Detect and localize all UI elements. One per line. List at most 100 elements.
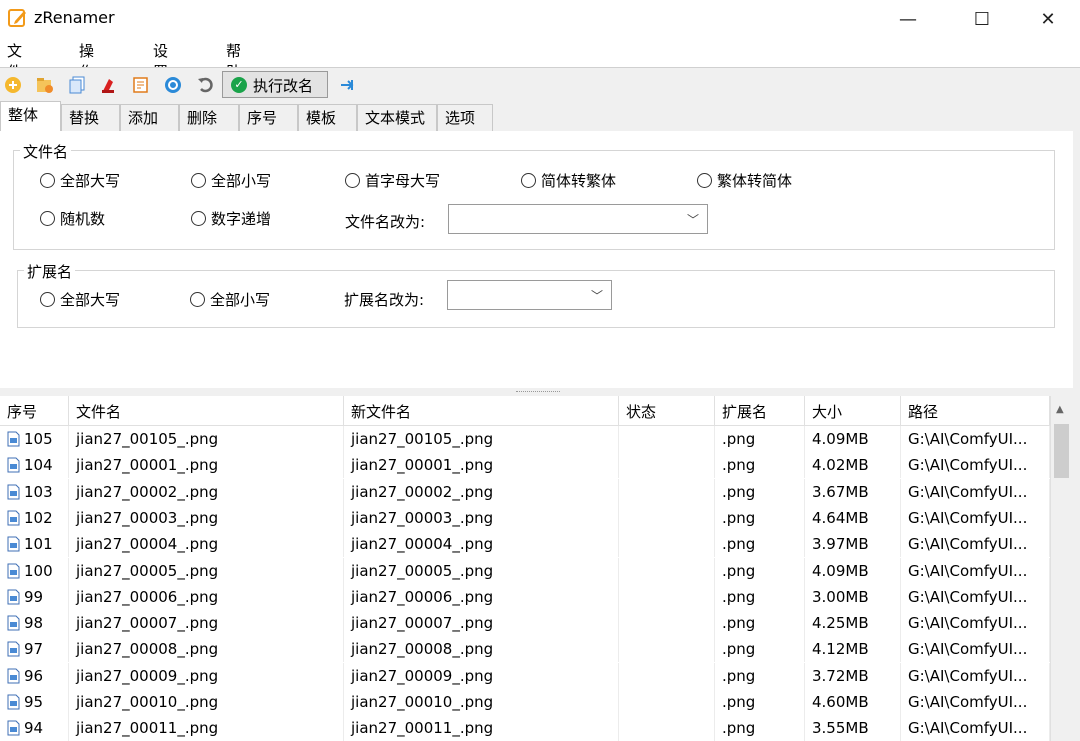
table-row[interactable]: 94 jian27_00011_.png jian27_00011_.png .png…: [0, 715, 1050, 741]
table-row[interactable]: 97 jian27_00008_.png jian27_00008_.png .png…: [0, 636, 1050, 663]
radio-ext-uppercase[interactable]: 全部大写: [40, 289, 120, 310]
table-row[interactable]: 95 jian27_00010_.png jian27_00010_.png .png…: [0, 689, 1050, 715]
table-row[interactable]: 105 jian27_00105_.png jian27_00105_.png .pn…: [0, 426, 1050, 452]
row-index: 95: [0, 689, 69, 715]
tab-delete[interactable]: 删除: [179, 104, 239, 131]
radio-random-number[interactable]: 随机数: [40, 208, 105, 229]
row-new-filename: jian27_00011_.png: [344, 715, 619, 741]
table-row[interactable]: 103 jian27_00002_.png jian27_00002_.png .pn…: [0, 478, 1050, 505]
scrollbar-thumb[interactable]: [1054, 424, 1069, 478]
row-extension-text: .png: [722, 456, 756, 475]
row-index: 103: [0, 478, 69, 505]
table-row[interactable]: 102 jian27_00003_.png jian27_00003_.png .pn…: [0, 504, 1050, 531]
tab-whole[interactable]: 整体: [0, 101, 61, 132]
radio-filename-uppercase[interactable]: 全部大写: [40, 170, 120, 191]
row-new-filename-text: jian27_00011_.png: [351, 719, 494, 738]
clear-list-icon[interactable]: [100, 76, 118, 94]
row-path: G:\AI\ComfyUI...: [901, 504, 1050, 531]
radio-traditional-to-simplified[interactable]: 繁体转简体: [697, 170, 792, 191]
radio-label: 数字递增: [211, 210, 272, 228]
tab-serial[interactable]: 序号: [239, 104, 298, 131]
tab-template[interactable]: 模板: [298, 104, 357, 131]
column-header-filename[interactable]: 文件名: [69, 396, 344, 426]
table-row[interactable]: 101 jian27_00004_.png jian27_00004_.png .pn…: [0, 531, 1050, 558]
row-filename-text: jian27_00007_.png: [76, 614, 219, 633]
column-header-path[interactable]: 路径: [901, 396, 1050, 426]
row-new-filename-text: jian27_00005_.png: [351, 561, 494, 580]
undo-icon[interactable]: [196, 76, 214, 94]
maximize-button[interactable]: ☐: [952, 0, 1012, 38]
refresh-icon[interactable]: [164, 76, 182, 94]
column-header-status[interactable]: 状态: [619, 396, 715, 426]
radio-ext-lowercase[interactable]: 全部小写: [190, 289, 270, 310]
add-file-icon[interactable]: [4, 76, 22, 94]
radio-filename-capitalize[interactable]: 首字母大写: [345, 170, 440, 191]
file-list[interactable]: 序号 文件名 新文件名 状态 扩展名 大小 路径 105 jian27_00105…: [0, 396, 1050, 741]
row-index-text: 102: [24, 508, 53, 527]
column-header-size[interactable]: 大小: [805, 396, 901, 426]
execute-rename-button[interactable]: ✓ 执行改名: [222, 71, 328, 98]
radio-label: 全部大写: [60, 291, 121, 309]
row-status: [619, 504, 715, 531]
tab-replace[interactable]: 替换: [61, 104, 120, 131]
scroll-up-icon[interactable]: ▲: [1056, 404, 1064, 415]
row-new-filename-text: jian27_00010_.png: [351, 693, 494, 711]
table-row[interactable]: 99 jian27_00006_.png jian27_00006_.png .png…: [0, 583, 1050, 610]
table-row[interactable]: 100 jian27_00005_.png jian27_00005_.png .pn…: [0, 557, 1050, 584]
row-new-filename: jian27_00010_.png: [344, 689, 619, 715]
table-row[interactable]: 98 jian27_00007_.png jian27_00007_.png .png…: [0, 610, 1050, 637]
radio-filename-lowercase[interactable]: 全部小写: [191, 170, 271, 191]
row-path: G:\AI\ComfyUI...: [901, 452, 1050, 479]
table-row[interactable]: 104 jian27_00001_.png jian27_00001_.png .pn…: [0, 452, 1050, 479]
column-header-index[interactable]: 序号: [0, 396, 69, 426]
add-folder-icon[interactable]: [36, 76, 54, 94]
radio-number-increment[interactable]: 数字递增: [191, 208, 271, 229]
options-panel: 文件名 全部大写 全部小写 首字母大写 简体转繁体 繁体转简体 随机数 数字递增…: [0, 131, 1074, 388]
column-header-extension[interactable]: 扩展名: [715, 396, 805, 426]
column-header-new-filename[interactable]: 新文件名: [344, 396, 619, 426]
row-size: 4.64MB: [805, 504, 901, 531]
row-filename-text: jian27_00006_.png: [76, 587, 219, 606]
row-filename: jian27_00007_.png: [69, 610, 344, 637]
radio-label: 随机数: [60, 210, 106, 228]
row-extension: .png: [715, 531, 805, 558]
tab-add[interactable]: 添加: [120, 104, 179, 131]
row-index-text: 95: [24, 693, 44, 711]
row-extension: .png: [715, 478, 805, 505]
ext-rename-select[interactable]: ﹀: [447, 280, 612, 310]
tab-text-mode[interactable]: 文本模式: [357, 104, 437, 131]
window-title: zRenamer: [34, 8, 115, 27]
radio-circle-icon: [40, 211, 55, 226]
vertical-scrollbar[interactable]: ▲: [1050, 396, 1073, 741]
chevron-down-icon: ﹀: [686, 213, 699, 227]
copy-list-icon[interactable]: [68, 76, 86, 94]
file-icon: [7, 720, 20, 736]
row-index: 100: [0, 557, 69, 584]
row-path: G:\AI\ComfyUI...: [901, 689, 1050, 715]
table-row[interactable]: 96 jian27_00009_.png jian27_00009_.png .png…: [0, 662, 1050, 689]
app-logo-icon: [8, 9, 26, 27]
row-size-text: 4.02MB: [812, 456, 869, 475]
close-icon: ✕: [1040, 8, 1056, 30]
row-status: [619, 610, 715, 637]
toolbar: ✓ 执行改名: [0, 67, 1080, 102]
row-size-text: 4.25MB: [812, 614, 869, 633]
row-new-filename-text: jian27_00003_.png: [351, 508, 494, 527]
radio-circle-icon: [191, 211, 206, 226]
row-filename-text: jian27_00005_.png: [76, 561, 219, 580]
radio-circle-icon: [191, 173, 206, 188]
panel-splitter[interactable]: [0, 388, 1080, 396]
row-path-text: G:\AI\ComfyUI...: [908, 430, 1028, 448]
close-button[interactable]: ✕: [1018, 0, 1078, 38]
tab-options[interactable]: 选项: [437, 104, 493, 131]
edit-template-icon[interactable]: [132, 76, 150, 94]
extension-group-label: 扩展名: [24, 261, 76, 282]
radio-label: 全部小写: [210, 291, 271, 309]
row-status: [619, 426, 715, 452]
row-index: 105: [0, 426, 69, 452]
filename-rename-select[interactable]: ﹀: [448, 204, 708, 234]
minimize-button[interactable]: —: [878, 0, 938, 38]
pin-icon[interactable]: [338, 76, 356, 94]
radio-simplified-to-traditional[interactable]: 简体转繁体: [521, 170, 616, 191]
row-extension-text: .png: [722, 482, 756, 501]
